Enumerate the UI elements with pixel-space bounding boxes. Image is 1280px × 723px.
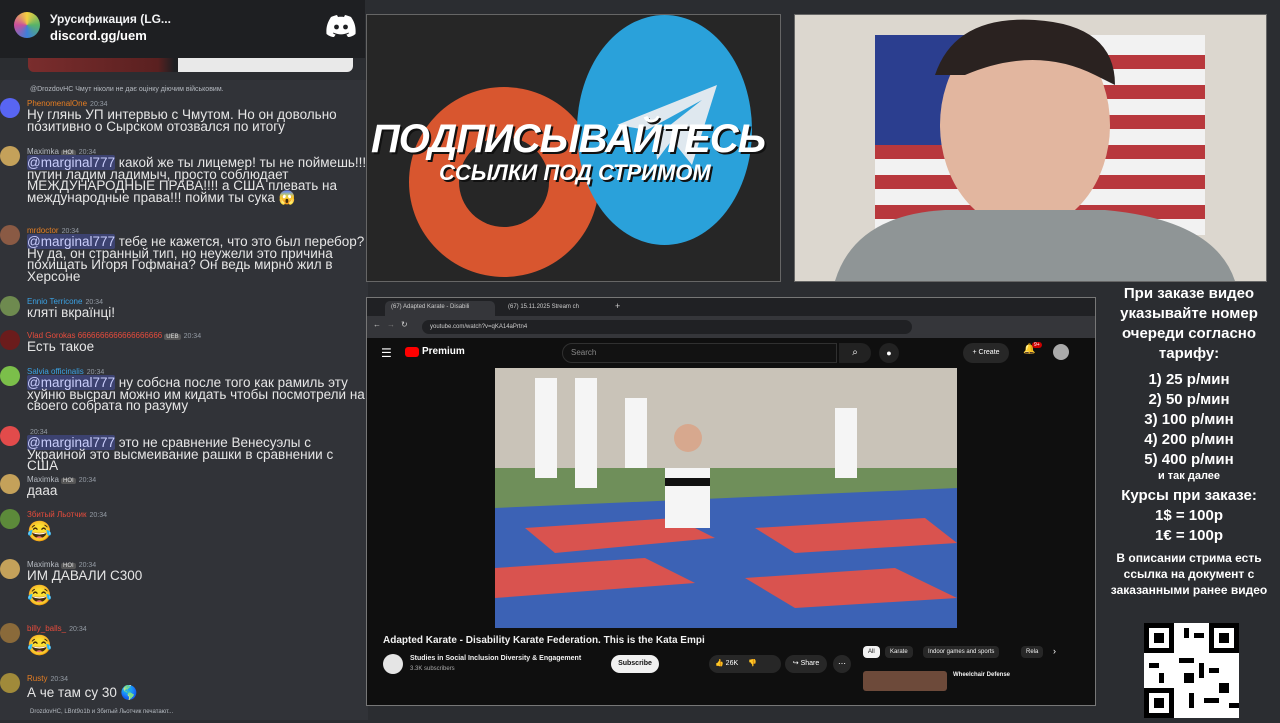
- create-button[interactable]: + Create: [963, 343, 1009, 363]
- promo-subtitle: ССЫЛКИ ПОД СТРИМОМ: [439, 160, 711, 185]
- next-video-title[interactable]: Wheelchair Defense: [953, 672, 1010, 678]
- avatar: [0, 330, 20, 350]
- dislike-icon[interactable]: 👎: [748, 660, 757, 667]
- more-actions-button[interactable]: ⋯: [833, 655, 851, 673]
- avatar: [0, 225, 20, 245]
- subscribe-button[interactable]: Subscribe: [611, 655, 659, 673]
- youtube-header: ☰ Premium Search ⌕ ● + Create 🔔 9+: [367, 338, 1095, 368]
- avatar: [0, 559, 20, 579]
- chip-all[interactable]: All: [863, 646, 880, 658]
- server-name: Урусификация (LG...: [50, 12, 171, 26]
- order-note: При заказе видео указывайте номер очеред…: [1120, 285, 1258, 362]
- chevron-right-icon[interactable]: ›: [1053, 646, 1056, 656]
- video-player[interactable]: [495, 368, 957, 628]
- message-text: А че там су 30 🌎: [27, 685, 138, 700]
- menu-icon[interactable]: ☰: [381, 346, 392, 360]
- browser-window: (67) Adapted Karate - Disabili (67) 15.1…: [366, 297, 1096, 706]
- rates-title: Курсы при заказе:: [1121, 487, 1257, 504]
- avatar: [0, 426, 20, 446]
- youtube-logo-icon[interactable]: [405, 347, 419, 357]
- promo-banner: ПОДПИСЫВАЙТЕСЬ ССЫЛКИ ПОД СТРИМОМ: [366, 14, 781, 282]
- message-text: Есть такое: [27, 339, 95, 354]
- tab-bar: (67) Adapted Karate - Disabili (67) 15.1…: [367, 298, 1095, 316]
- message-text: дааа: [27, 483, 58, 498]
- username: Rusty: [27, 674, 48, 683]
- account-avatar[interactable]: [1053, 344, 1069, 360]
- rate-usd: 1$ = 100р: [1155, 507, 1223, 524]
- video-title: Adapted Karate - Disability Karate Feder…: [383, 635, 705, 646]
- tariff-2: 2) 50 р/мин: [1148, 391, 1230, 408]
- chip-bar: All Karate Indoor games and sports Rela …: [863, 646, 1083, 660]
- mic-icon[interactable]: ●: [879, 343, 899, 363]
- webcam-image: [795, 15, 1266, 281]
- chip-karate[interactable]: Karate: [885, 646, 913, 658]
- channel-avatar[interactable]: [383, 654, 403, 674]
- typing-indicator: DrozdovHC, LBnt9o1b и Збитый Льотчик печ…: [30, 709, 174, 715]
- nav-back-icon[interactable]: ←: [373, 320, 381, 329]
- tab-youtube-karate[interactable]: (67) Adapted Karate - Disabili: [385, 301, 495, 316]
- avatar: [0, 366, 20, 386]
- tariff-4: 4) 200 р/мин: [1144, 431, 1234, 448]
- tariff-5: 5) 400 р/мин: [1144, 451, 1234, 468]
- chip-related[interactable]: Rela: [1021, 646, 1044, 658]
- laughing-emoji-icon: 😂: [27, 585, 52, 607]
- chat-top-strip: [28, 58, 353, 72]
- avatar: [0, 98, 20, 118]
- like-icon[interactable]: 👍: [715, 660, 724, 667]
- address-bar-row: ← → ↻ youtube.com/watch?v=qKA14aPrtn4: [367, 316, 1095, 338]
- new-tab-button[interactable]: +: [615, 301, 620, 311]
- avatar: [0, 296, 20, 316]
- chat-panel: @DrozdovHC Чмут ніколи не дає оцінку дію…: [0, 80, 368, 720]
- channel-name[interactable]: Studies in Social Inclusion Diversity & …: [410, 655, 581, 662]
- next-video-thumbnail[interactable]: [863, 671, 947, 691]
- share-button[interactable]: ↪ Share: [785, 655, 827, 673]
- youtube-premium-label: Premium: [422, 346, 465, 357]
- rate-eur: 1€ = 100р: [1155, 527, 1223, 544]
- url-field[interactable]: youtube.com/watch?v=qKA14aPrtn4: [422, 320, 912, 334]
- notification-count: 9+: [1032, 342, 1042, 348]
- chip-indoor-games[interactable]: Indoor games and sports: [923, 646, 1000, 658]
- username: Збитый Льотчик: [27, 510, 87, 519]
- tariff-1: 1) 25 р/мин: [1148, 371, 1230, 388]
- laughing-emoji-icon: 😂: [27, 521, 52, 543]
- promo-headline: ПОДПИСЫВАЙТЕСЬ: [371, 117, 766, 161]
- avatar: [0, 474, 20, 494]
- avatar: [0, 623, 20, 643]
- discord-widget-header: Урусификация (LG... discord.gg/uem: [0, 0, 365, 58]
- message-text: ИМ ДАВАЛИ С300: [27, 568, 143, 583]
- search-input[interactable]: Search: [562, 343, 837, 363]
- avatar: [0, 509, 20, 529]
- message-text: Ну глянь УП интервью с Чмутом. Но он дов…: [27, 107, 337, 134]
- subscriber-count: 3.3K subscribers: [410, 666, 455, 672]
- server-icon: [14, 12, 40, 38]
- search-icon[interactable]: ⌕: [839, 343, 871, 363]
- nav-forward-icon[interactable]: →: [387, 320, 395, 329]
- avatar: [0, 673, 20, 693]
- tariff-etc: и так далее: [1157, 470, 1221, 482]
- description-note: В описании стрима есть ссылка на докумен…: [1110, 551, 1268, 597]
- message-text: кляті вкраїнці!: [27, 305, 115, 320]
- like-count: 26K: [725, 660, 739, 667]
- discord-logo-icon: [326, 15, 356, 37]
- reply-preview: @DrozdovHC Чмут ніколи не дає оцінку дію…: [30, 86, 224, 93]
- username: billy_balls_: [27, 624, 67, 633]
- reload-icon[interactable]: ↻: [401, 320, 408, 329]
- like-dislike-group: 👍 26K 👎: [709, 655, 781, 673]
- tariff-3: 3) 100 р/мин: [1144, 411, 1234, 428]
- invite-link[interactable]: discord.gg/uem: [50, 28, 147, 43]
- tab-stream[interactable]: (67) 15.11.2025 Stream ch: [502, 301, 612, 316]
- webcam-feed: [794, 14, 1267, 282]
- avatar: [0, 146, 20, 166]
- qr-code: [1144, 623, 1239, 718]
- video-frame: [495, 368, 957, 628]
- laughing-emoji-icon: 😂: [27, 635, 52, 657]
